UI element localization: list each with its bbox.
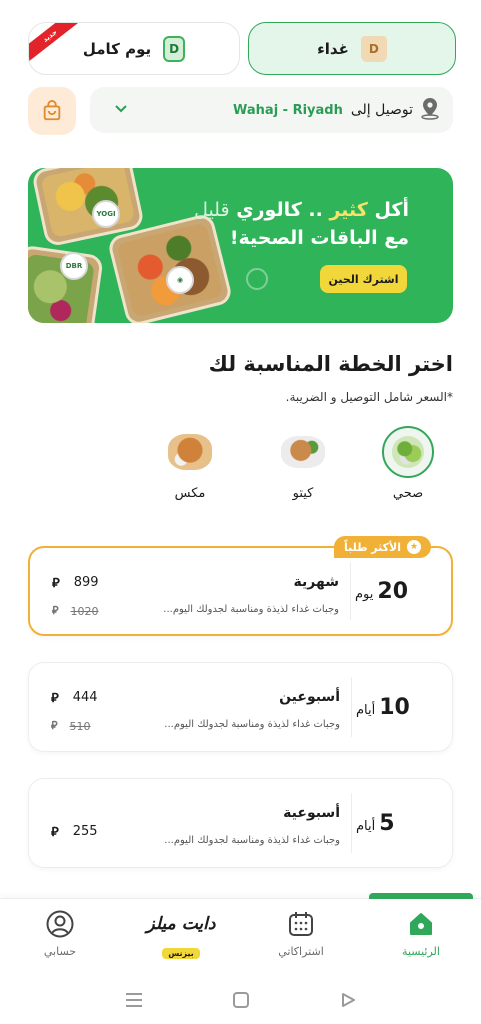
plan-card-weekly[interactable]: 5 أيام أسبوعية وجبات غداء لذيذة ومناسبة … <box>28 778 453 868</box>
riyal-icon: ⃁ <box>52 576 60 591</box>
subscribe-now-button[interactable]: اشترك الحين <box>320 265 407 293</box>
square-icon <box>232 992 249 1008</box>
category-keto[interactable]: كيتو <box>273 426 333 501</box>
delivery-location-selector[interactable]: Wahaj - Riyadh توصيل إلى <box>90 87 453 133</box>
category-mix[interactable]: مكس <box>160 426 220 501</box>
tab-full-day[interactable]: جديد يوم كامل D <box>28 22 240 75</box>
plan-old-price-value: 510 <box>69 719 91 733</box>
plan-days-count: 5 <box>379 810 395 836</box>
riyal-icon: ⃁ <box>52 604 59 617</box>
plan-price: ⃁ 899 <box>52 574 99 591</box>
category-label: كيتو <box>292 486 314 501</box>
plan-days-unit: يوم <box>355 586 374 602</box>
plan-description: وجبات غداء لذيذة ومناسبة لجدولك اليوم... <box>164 719 340 730</box>
new-ribbon: جديد <box>29 23 82 64</box>
plan-old-price: ⃁ 1020 <box>52 604 99 618</box>
banner-headline: أكل كثير .. كالوري قليل مع الباقات الصحي… <box>194 196 409 252</box>
system-navigation-bar <box>0 976 481 1024</box>
plan-description: وجبات غداء لذيذة ومناسبة لجدولك اليوم... <box>163 604 339 615</box>
category-label: صحي <box>392 486 424 501</box>
tab-lunch[interactable]: غداء D <box>248 22 456 75</box>
mix-dish-image <box>164 426 216 478</box>
plan-duration: 10 أيام <box>356 663 438 751</box>
plans-price-note: *السعر شامل التوصيل و الضريبة. <box>285 390 453 404</box>
category-healthy[interactable]: صحي <box>378 426 438 501</box>
nav-home-label: الرئيسية <box>402 945 440 958</box>
plan-days-unit: أيام <box>356 818 376 834</box>
tab-full-day-label: يوم كامل <box>82 39 152 58</box>
active-tab-indicator <box>369 893 473 899</box>
home-icon <box>376 907 466 941</box>
tab-lunch-label: غداء <box>317 39 349 58</box>
nav-account-label: حسابي <box>43 945 77 958</box>
nav-home[interactable]: الرئيسية <box>376 907 466 958</box>
nav-subscriptions-label: اشتراكاتي <box>278 945 324 958</box>
nav-account[interactable]: حسابي <box>15 907 105 958</box>
brand-logo-badge: DBR <box>60 252 88 280</box>
brand-logo-badge: ◉ <box>166 266 194 294</box>
menu-lines-icon <box>125 993 142 1007</box>
plan-days-count: 10 <box>379 694 410 720</box>
brand-logo-text: دايت ميلز <box>146 914 216 934</box>
category-label: مكس <box>174 486 206 501</box>
plan-price: ⃁ 444 <box>51 689 98 706</box>
plan-description: وجبات غداء لذيذة ومناسبة لجدولك اليوم... <box>164 835 340 846</box>
decorative-circle <box>246 268 268 290</box>
nav-subscriptions[interactable]: اشتراكاتي <box>256 907 346 958</box>
plan-name: شهرية <box>293 574 339 590</box>
plan-card-monthly[interactable]: ★ الأكثر طلباً 20 يوم شهرية وجبات غداء ل… <box>28 536 453 636</box>
plan-price: ⃁ 255 <box>51 823 98 840</box>
back-triangle-icon <box>341 993 355 1007</box>
banner-text: قليل <box>194 199 230 221</box>
plan-old-price-value: 1020 <box>70 604 99 618</box>
plan-price-value: 255 <box>72 824 98 839</box>
system-back-button[interactable] <box>333 985 363 1015</box>
lunch-bag-icon: D <box>360 35 387 62</box>
bottom-navigation: الرئيسية اشتراكاتي دايت ميلز بيزنس حسابي <box>0 893 481 976</box>
healthy-salad-image <box>382 426 434 478</box>
cart-button[interactable] <box>28 87 76 135</box>
brand-logo-badge: YOGI <box>92 200 120 228</box>
riyal-icon: ⃁ <box>51 691 59 706</box>
plan-name: أسبوعين <box>279 689 340 705</box>
card-divider <box>351 793 352 853</box>
banner-text-highlight: كثير <box>329 199 368 221</box>
brand-logo: دايت ميلز <box>136 907 226 941</box>
plan-old-price: ⃁ 510 <box>51 719 91 733</box>
plan-price-value: 899 <box>73 575 99 590</box>
location-pin-icon <box>419 96 441 124</box>
card-divider <box>351 677 352 737</box>
plan-duration: 20 يوم <box>355 548 437 634</box>
meal-type-tabs: جديد يوم كامل D غداء D <box>28 22 456 75</box>
brand-business-tag: بيزنس <box>162 948 200 959</box>
chevron-down-icon <box>114 102 128 118</box>
keto-dish-image <box>277 426 329 478</box>
banner-text: أكل <box>374 199 409 221</box>
banner-subline: مع الباقات الصحية! <box>229 227 409 249</box>
plan-name: أسبوعية <box>283 805 340 821</box>
user-icon <box>15 907 105 941</box>
promo-banner[interactable]: YOGI DBR ◉ أكل كثير .. كالوري قليل مع ال… <box>28 168 453 323</box>
plan-days-count: 20 <box>377 578 409 604</box>
banner-text: .. كالوري <box>236 199 323 221</box>
delivery-location: Wahaj - Riyadh <box>233 102 343 118</box>
plan-price-value: 444 <box>72 690 98 705</box>
nav-brand-business[interactable]: دايت ميلز بيزنس <box>136 907 226 960</box>
recent-apps-button[interactable] <box>119 985 149 1015</box>
calendar-icon <box>256 907 346 941</box>
plan-duration: 5 أيام <box>356 779 438 867</box>
card-divider <box>350 562 351 620</box>
plans-title: اختر الخطة المناسبة لك <box>208 352 453 376</box>
day-chip-icon: D <box>163 35 186 62</box>
shopping-bag-icon <box>43 100 61 121</box>
plan-days-unit: أيام <box>356 702 376 718</box>
plan-card-two-weeks[interactable]: 10 أيام أسبوعين وجبات غداء لذيذة ومناسبة… <box>28 662 453 752</box>
delivery-prefix: توصيل إلى <box>350 102 413 118</box>
riyal-icon: ⃁ <box>51 719 58 732</box>
system-home-button[interactable] <box>226 985 256 1015</box>
riyal-icon: ⃁ <box>51 825 59 840</box>
